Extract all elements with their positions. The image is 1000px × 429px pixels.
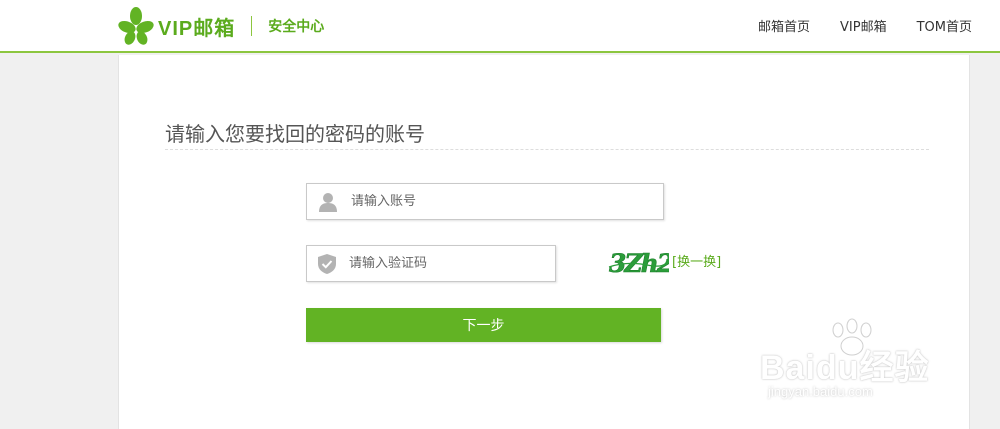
captcha-image[interactable]: 3Zh2 [607, 247, 669, 277]
page-title: 请输入您要找回的密码的账号 [165, 122, 425, 146]
logo[interactable]: VIP邮箱 安全中心 [118, 7, 324, 45]
next-step-button[interactable]: 下一步 [306, 308, 661, 342]
nav-link-tom-home[interactable]: TOM首页 [917, 16, 972, 35]
user-icon [317, 191, 339, 213]
logo-divider [251, 16, 253, 36]
header-subtitle: 安全中心 [268, 19, 325, 35]
watermark-brand: Baidu经验 [760, 349, 930, 387]
account-field[interactable] [306, 183, 664, 220]
title-divider [165, 149, 929, 150]
top-nav: 邮箱首页 VIP邮箱 TOM首页 [728, 0, 972, 50]
baidu-watermark: Baidu经验 jingyan.baidu.com [760, 318, 950, 413]
captcha-field[interactable] [306, 245, 556, 282]
captcha-text: 3Zh2 [609, 249, 669, 277]
shield-check-icon [317, 253, 337, 275]
nav-link-vip-mail[interactable]: VIP邮箱 [840, 16, 887, 35]
logo-text: VIP邮箱 [158, 17, 236, 40]
clover-logo-icon [118, 7, 154, 45]
captcha-input[interactable] [349, 256, 555, 271]
header: VIP邮箱 安全中心 邮箱首页 VIP邮箱 TOM首页 [0, 0, 1000, 53]
nav-link-mail-home[interactable]: 邮箱首页 [758, 16, 810, 35]
account-input[interactable] [351, 194, 601, 209]
watermark-url: jingyan.baidu.com [768, 384, 873, 399]
refresh-captcha-link[interactable]: [换一换] [672, 251, 721, 270]
